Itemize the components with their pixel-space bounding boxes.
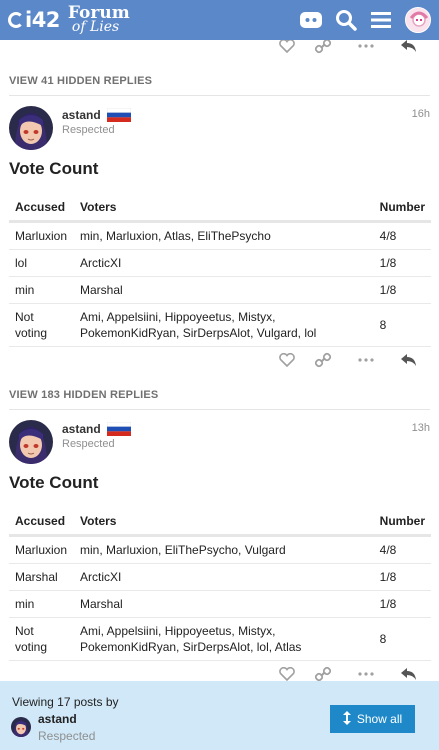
table-row: Not voting Ami, Appelsiini, Hippoyeetus,… (9, 303, 431, 347)
cell-accused: Marluxion (9, 221, 74, 250)
table-row: min Marshal 1/8 (9, 590, 431, 618)
cell-number: 4/8 (373, 535, 431, 564)
cell-number: 1/8 (373, 590, 431, 618)
cell-voters: ArcticXI (74, 249, 374, 277)
post-heading: Vote Count (9, 473, 99, 492)
site-logo[interactable]: i42 Forum of Lies (8, 3, 130, 35)
cell-accused: Marluxion (9, 535, 74, 564)
cell-number: 1/8 (373, 276, 431, 304)
russia-flag-icon (106, 107, 131, 122)
cell-voters: ArcticXI (74, 563, 374, 591)
user-avatar[interactable] (405, 7, 431, 33)
cell-voters: Ami, Appelsiini, Hippoyeetus, Mistyx, Po… (74, 303, 374, 347)
post-date[interactable]: 16h (412, 108, 430, 120)
cell-number: 8 (373, 617, 431, 661)
user-title: Respected (62, 438, 115, 450)
cell-accused: lol (9, 249, 74, 277)
logo-forum-of-lies: Forum of Lies (67, 3, 130, 35)
reply-icon[interactable] (399, 350, 419, 370)
discord-icon[interactable] (300, 9, 322, 31)
col-header-voters: Voters (74, 508, 374, 537)
site-header: i42 Forum of Lies (0, 0, 439, 40)
table-row: Marluxion min, Marluxion, EliThePsycho, … (9, 535, 431, 564)
cell-voters: Ami, Appelsiini, Hippoyeetus, Mistyx, Po… (74, 617, 374, 661)
filter-user-title: Respected (38, 729, 96, 743)
post-date[interactable]: 13h (412, 422, 430, 434)
russia-flag-icon (106, 421, 131, 436)
cell-accused: Marshal (9, 563, 74, 591)
user-title: Respected (62, 124, 115, 136)
like-icon[interactable] (277, 350, 297, 370)
vote-count-table: Accused Voters Number Marluxion min, Mar… (9, 194, 431, 347)
col-header-voters: Voters (74, 194, 374, 223)
table-row: Marluxion min, Marluxion, Atlas, EliTheP… (9, 221, 431, 250)
col-header-accused: Accused (9, 194, 74, 223)
cell-accused: min (9, 590, 74, 618)
show-all-button[interactable]: Show all (330, 705, 415, 733)
table-row: Marshal ArcticXI 1/8 (9, 563, 431, 591)
post-username[interactable]: astand (62, 421, 131, 436)
hamburger-menu-icon[interactable] (370, 9, 392, 31)
view-hidden-replies[interactable]: VIEW 41 HIDDEN REPLIES (9, 75, 430, 96)
cell-number: 1/8 (373, 563, 431, 591)
cell-number: 1/8 (373, 249, 431, 277)
post-heading: Vote Count (9, 159, 99, 178)
cell-voters: Marshal (74, 590, 374, 618)
cell-voters: Marshal (74, 276, 374, 304)
cell-accused: Not voting (9, 303, 74, 347)
avatar[interactable] (9, 420, 53, 464)
search-icon[interactable] (335, 9, 357, 31)
filter-title: Viewing 17 posts by (12, 695, 119, 709)
cell-voters: min, Marluxion, Atlas, EliThePsycho (74, 221, 374, 250)
table-row: lol ArcticXI 1/8 (9, 249, 431, 277)
filter-username[interactable]: astand (38, 712, 77, 726)
post-username[interactable]: astand (62, 107, 131, 122)
table-row: Not voting Ami, Appelsiini, Hippoyeetus,… (9, 617, 431, 661)
cell-number: 8 (373, 303, 431, 347)
more-icon[interactable] (356, 350, 376, 370)
cell-voters: min, Marluxion, EliThePsycho, Vulgard (74, 535, 374, 564)
table-row: min Marshal 1/8 (9, 276, 431, 304)
logo-i42: i42 (8, 8, 60, 32)
view-hidden-replies[interactable]: VIEW 183 HIDDEN REPLIES (9, 389, 430, 410)
posts-filter-bar: Viewing 17 posts by astand Respected Sho… (0, 681, 439, 750)
col-header-number: Number (373, 194, 431, 223)
avatar[interactable] (9, 106, 53, 150)
cell-accused: Not voting (9, 617, 74, 661)
col-header-accused: Accused (9, 508, 74, 537)
cell-number: 4/8 (373, 221, 431, 250)
post-actions (0, 346, 439, 376)
cell-accused: min (9, 276, 74, 304)
col-header-number: Number (373, 508, 431, 537)
expand-vertical-icon (342, 710, 351, 728)
avatar[interactable] (11, 717, 31, 737)
vote-count-table: Accused Voters Number Marluxion min, Mar… (9, 508, 431, 661)
link-icon[interactable] (313, 350, 333, 370)
